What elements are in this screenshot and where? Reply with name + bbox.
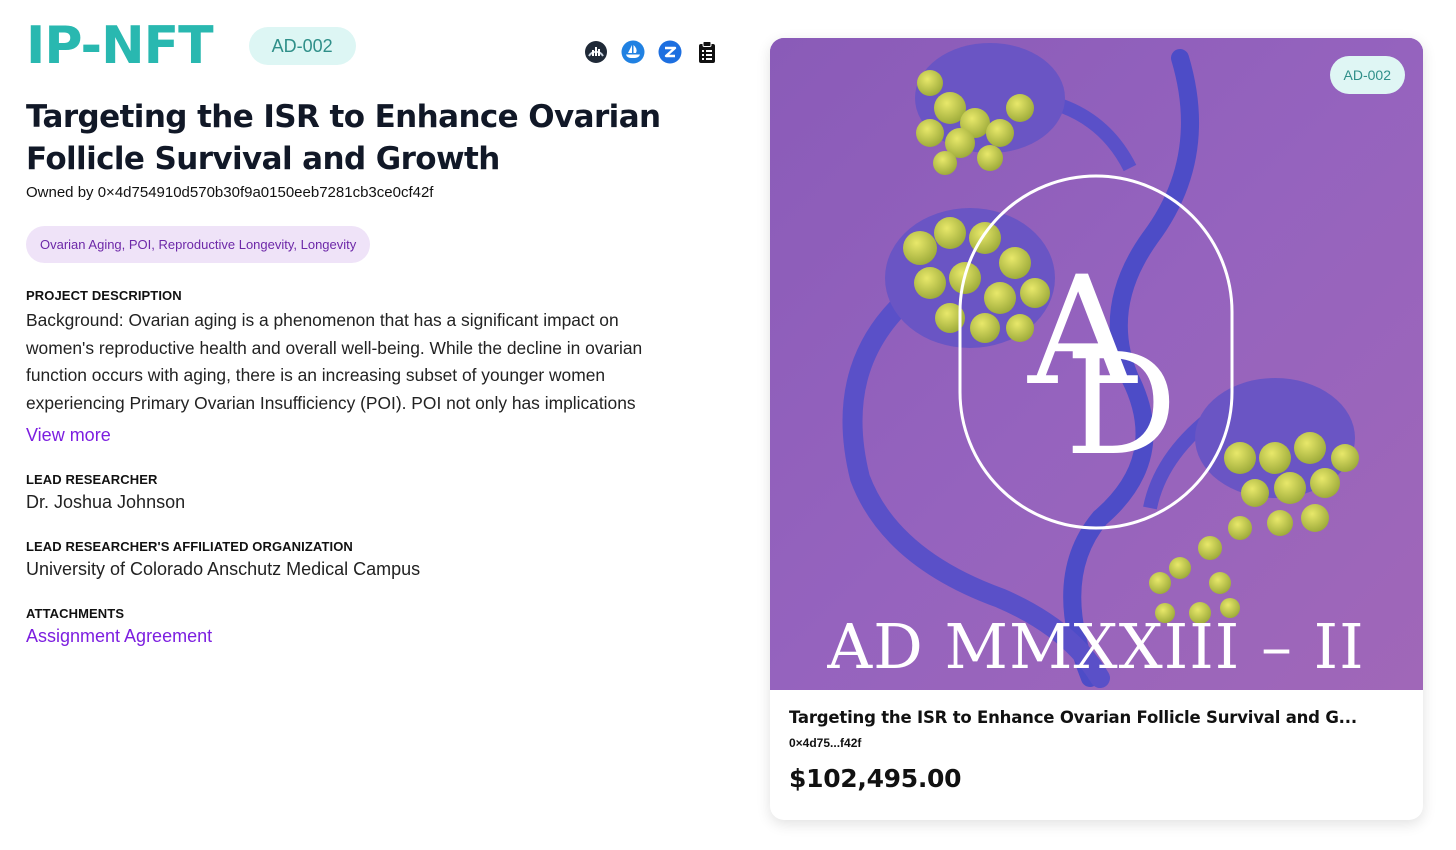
- card-title[interactable]: Targeting the ISR to Enhance Ovarian Fol…: [789, 708, 1404, 727]
- nft-card[interactable]: A D AD MMXXIII – II AD-002 Targeting the…: [770, 38, 1423, 820]
- brand-logo: IP-NFT: [26, 16, 214, 76]
- chart-icon[interactable]: [584, 40, 608, 64]
- clipboard-icon[interactable]: [695, 40, 719, 64]
- id-badge: AD-002: [248, 27, 356, 65]
- card-address: 0×4d75...f42f: [789, 736, 862, 750]
- art-caption: AD MMXXIII – II: [826, 610, 1364, 683]
- description-label: PROJECT DESCRIPTION: [26, 288, 182, 303]
- nft-artwork: A D AD MMXXIII – II AD-002: [770, 38, 1423, 690]
- attachments-label: ATTACHMENTS: [26, 606, 125, 621]
- project-details: IP-NFT AD-002 Targeting the ISR to Enhan…: [26, 18, 726, 647]
- lead-researcher-field: LEAD RESEARCHER Dr. Joshua Johnson: [26, 472, 726, 513]
- owner-prefix: Owned by: [26, 184, 94, 201]
- opensea-icon[interactable]: [621, 40, 645, 64]
- card-body: Targeting the ISR to Enhance Ovarian Fol…: [770, 690, 1423, 811]
- project-title: Targeting the ISR to Enhance Ovarian Fol…: [26, 99, 661, 177]
- tags-badge: Ovarian Aging, POI, Reproductive Longevi…: [26, 226, 371, 263]
- organization-label: LEAD RESEARCHER'S AFFILIATED ORGANIZATIO…: [26, 539, 353, 554]
- organization-value: University of Colorado Anschutz Medical …: [26, 559, 421, 579]
- organization-field: LEAD RESEARCHER'S AFFILIATED ORGANIZATIO…: [26, 539, 726, 580]
- card-price: $102,495.00: [789, 764, 962, 793]
- art-monogram-d: D: [1065, 324, 1177, 487]
- lead-researcher-label: LEAD RESEARCHER: [26, 472, 158, 487]
- owner-line: Owned by 0×4d754910d570b30f9a0150eeb7281…: [26, 184, 726, 201]
- card-id-badge: AD-002: [1329, 56, 1405, 94]
- view-more-link[interactable]: View more: [26, 425, 111, 446]
- lead-researcher-value: Dr. Joshua Johnson: [26, 492, 186, 512]
- assignment-agreement-link[interactable]: Assignment Agreement: [26, 626, 212, 647]
- attachments-field: ATTACHMENTS Assignment Agreement: [26, 606, 726, 647]
- owner-address[interactable]: 0×4d754910d570b30f9a0150eeb7281cb3ce0cf4…: [98, 184, 434, 201]
- header-row: IP-NFT AD-002: [26, 18, 726, 74]
- zora-icon[interactable]: [658, 40, 682, 64]
- project-description: Background: Ovarian aging is a phenomeno…: [26, 310, 643, 413]
- external-links: [584, 40, 719, 64]
